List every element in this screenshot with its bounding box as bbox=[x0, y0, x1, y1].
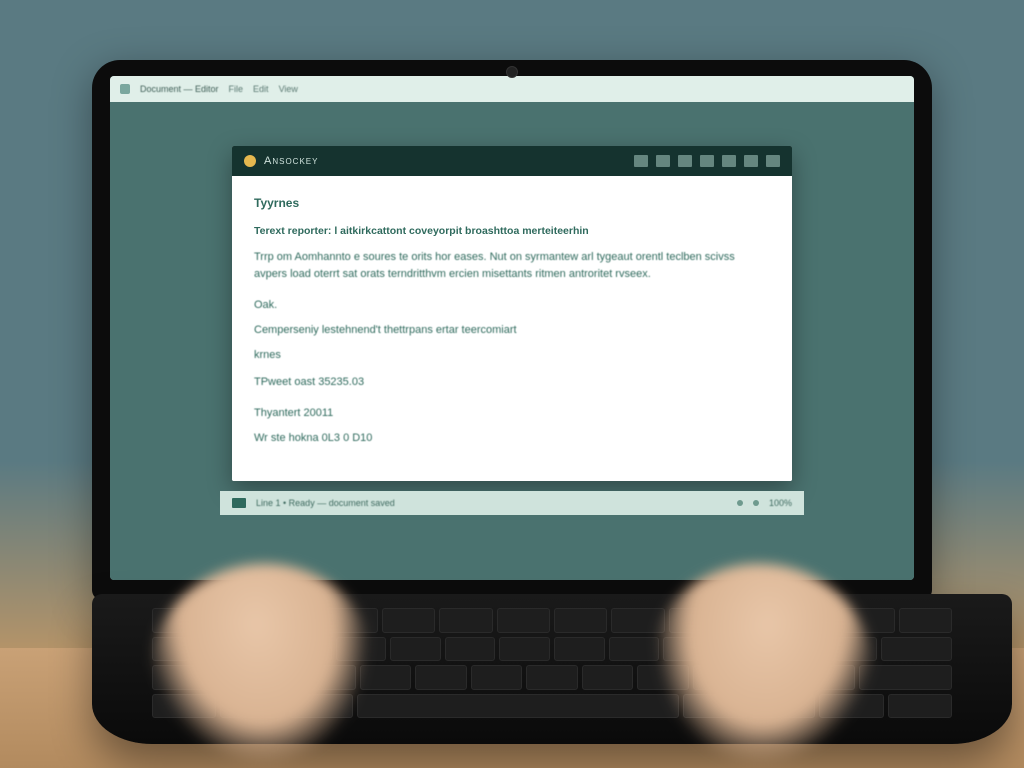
key[interactable] bbox=[554, 608, 607, 633]
photo-scene: Document — Editor File Edit View Ansocke… bbox=[0, 0, 1024, 768]
key[interactable] bbox=[554, 637, 605, 662]
key[interactable] bbox=[881, 637, 952, 662]
key[interactable] bbox=[390, 637, 441, 662]
browser-viewport: Ansockey Tyyrnes Terext r bbox=[110, 102, 914, 580]
key[interactable] bbox=[471, 665, 523, 690]
status-dot-icon bbox=[737, 500, 743, 506]
spacebar-key[interactable] bbox=[357, 694, 679, 719]
status-chip-icon bbox=[232, 498, 246, 508]
doc-line-3: TPweet oast 35235.03 bbox=[254, 374, 770, 391]
webcam-icon bbox=[506, 66, 518, 78]
key[interactable] bbox=[445, 637, 496, 662]
browser-tab-strip: Document — Editor File Edit View bbox=[110, 76, 914, 102]
toolbar-icon-4[interactable] bbox=[700, 155, 714, 167]
doc-paragraph-1-tail: Oak. bbox=[254, 297, 770, 314]
menu-file[interactable]: File bbox=[229, 84, 244, 94]
key[interactable] bbox=[582, 665, 634, 690]
key[interactable] bbox=[888, 694, 952, 719]
toolbar-icon-3[interactable] bbox=[678, 155, 692, 167]
doc-line-2: krnes bbox=[254, 347, 770, 364]
toolbar-icon-1[interactable] bbox=[634, 155, 648, 167]
key[interactable] bbox=[415, 665, 467, 690]
toolbar-icon-6[interactable] bbox=[744, 155, 758, 167]
key[interactable] bbox=[499, 637, 550, 662]
menu-edit[interactable]: Edit bbox=[253, 84, 269, 94]
document-window: Ansockey Tyyrnes Terext r bbox=[232, 146, 792, 481]
app-logo-icon bbox=[244, 155, 256, 167]
status-bar: Line 1 • Ready — document saved 100% bbox=[220, 491, 804, 515]
doc-line-1: Cemperseniy lestehnend't thettrpans erta… bbox=[254, 322, 770, 339]
doc-line-4: Thyantert 20011 bbox=[254, 405, 770, 422]
doc-line-5: Wr ste hokna 0L3 0 D10 bbox=[254, 430, 770, 447]
toolbar-icon-5[interactable] bbox=[722, 155, 736, 167]
key[interactable] bbox=[859, 665, 952, 690]
doc-paragraph-1: Trrp om Aomhannto e soures te orits hor … bbox=[254, 249, 770, 283]
key[interactable] bbox=[899, 608, 952, 633]
status-dot-icon-2 bbox=[753, 500, 759, 506]
doc-heading: Tyyrnes bbox=[254, 194, 770, 213]
laptop: Document — Editor File Edit View Ansocke… bbox=[92, 60, 932, 744]
laptop-screen: Document — Editor File Edit View Ansocke… bbox=[110, 76, 914, 580]
key[interactable] bbox=[497, 608, 550, 633]
key[interactable] bbox=[439, 608, 492, 633]
key[interactable] bbox=[526, 665, 578, 690]
menu-view[interactable]: View bbox=[279, 84, 298, 94]
favicon-icon bbox=[120, 84, 130, 94]
browser-tab[interactable]: Document — Editor bbox=[140, 84, 219, 94]
status-text: Line 1 • Ready — document saved bbox=[256, 498, 395, 508]
key[interactable] bbox=[382, 608, 435, 633]
laptop-lid: Document — Editor File Edit View Ansocke… bbox=[92, 60, 932, 600]
app-titlebar: Ansockey bbox=[232, 146, 792, 176]
document-body[interactable]: Tyyrnes Terext reporter: l aitkirkcatton… bbox=[232, 176, 792, 481]
status-zoom[interactable]: 100% bbox=[769, 498, 792, 508]
app-title: Ansockey bbox=[264, 155, 318, 167]
toolbar-icon-2[interactable] bbox=[656, 155, 670, 167]
toolbar-icon-7[interactable] bbox=[766, 155, 780, 167]
doc-subheading: Terext reporter: l aitkirkcattont coveyo… bbox=[254, 223, 770, 239]
